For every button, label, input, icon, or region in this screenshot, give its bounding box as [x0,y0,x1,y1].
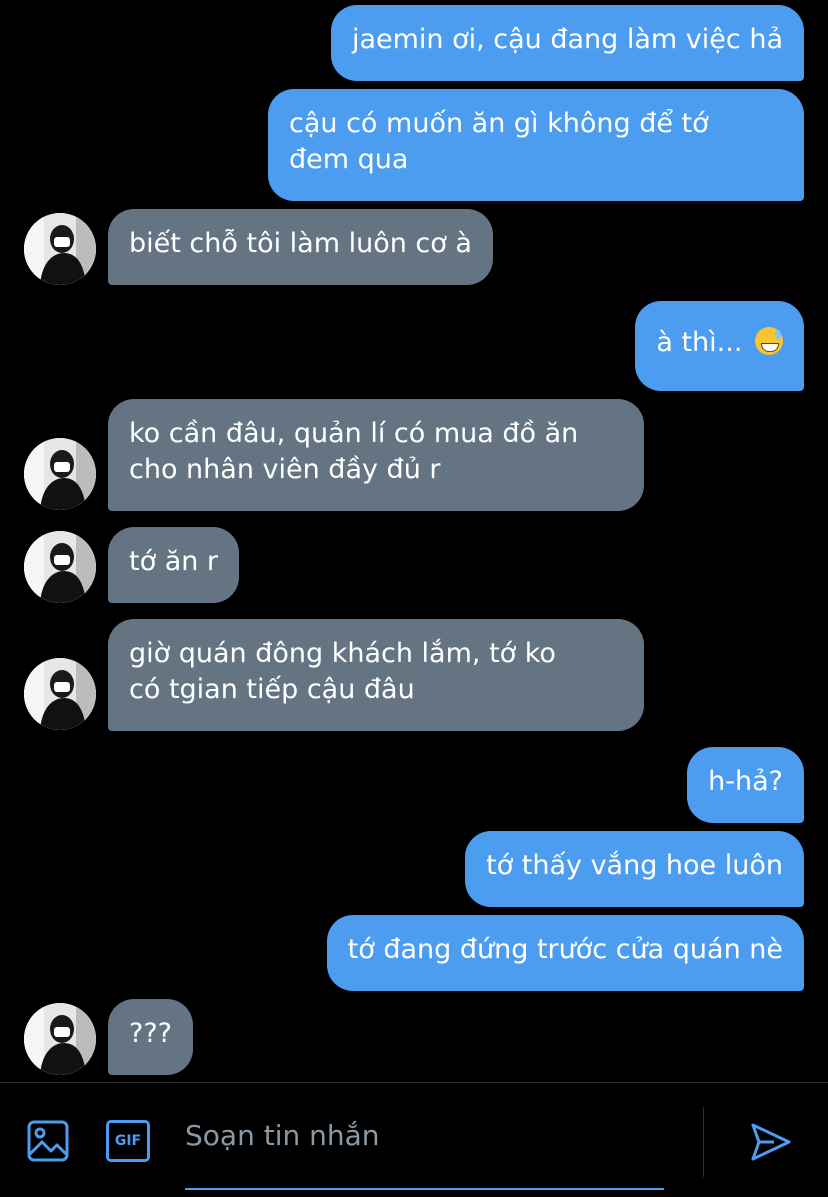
message-text: ??? [129,1018,172,1049]
input-underline [185,1188,664,1190]
message-line: cậu có muốn ăn gì không để tớ [289,108,709,139]
image-icon[interactable] [27,1120,69,1162]
incoming-message[interactable]: biết chỗ tôi làm luôn cơ à [108,209,493,285]
grinning-sweat-emoji-icon [755,327,783,355]
message-line: đem qua [289,144,409,175]
outgoing-message[interactable]: à thì... [635,301,804,391]
outgoing-message[interactable]: tớ đang đứng trước cửa quán nè [326,915,804,991]
gif-icon[interactable]: GIF [106,1120,150,1162]
message-text: tớ ăn r [129,546,219,577]
message-text: jaemin ơi, cậu đang làm việc hả [351,24,783,55]
incoming-message[interactable]: ko cần đâu, quản lí có mua đồ ăn cho nhâ… [108,399,644,511]
message-line: có tgian tiếp cậu đâu [129,674,415,705]
avatar[interactable] [24,531,96,603]
avatar[interactable] [24,658,96,730]
composer-divider [703,1107,704,1177]
avatar[interactable] [24,438,96,510]
message-line: cho nhân viên đầy đủ r [129,454,441,485]
message-composer: GIF [0,1082,828,1197]
avatar-photo [24,438,96,510]
avatar[interactable] [24,1003,96,1075]
message-line: ko cần đâu, quản lí có mua đồ ăn [129,418,579,449]
incoming-message[interactable]: ??? [108,999,193,1075]
message-text: biết chỗ tôi làm luôn cơ à [129,228,472,259]
avatar-photo [24,213,96,285]
gif-label: GIF [114,1133,142,1149]
avatar-photo [24,658,96,730]
message-text: tớ thấy vắng hoe luôn [486,850,783,881]
message-text: à thì... [656,327,743,358]
message-input[interactable] [185,1107,663,1163]
avatar-photo [24,531,96,603]
outgoing-message[interactable]: jaemin ơi, cậu đang làm việc hả [330,5,804,81]
dm-conversation-screen: jaemin ơi, cậu đang làm việc hả cậu có m… [0,0,828,1197]
avatar[interactable] [24,213,96,285]
avatar-photo [24,1003,96,1075]
outgoing-message[interactable]: h-hả? [687,747,804,823]
message-line: giờ quán đông khách lắm, tớ ko [129,638,556,669]
message-text: tớ đang đứng trước cửa quán nè [347,934,783,965]
outgoing-message[interactable]: tớ thấy vắng hoe luôn [465,831,804,907]
outgoing-message[interactable]: cậu có muốn ăn gì không để tớ đem qua [268,89,804,201]
send-icon[interactable] [750,1121,792,1163]
message-text: h-hả? [708,766,783,797]
incoming-message[interactable]: giờ quán đông khách lắm, tớ ko có tgian … [108,619,644,731]
incoming-message[interactable]: tớ ăn r [108,527,240,603]
